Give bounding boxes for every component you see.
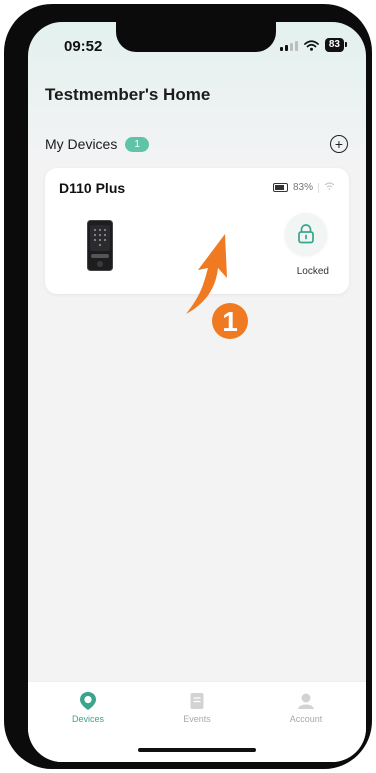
device-status: 83%	[272, 182, 335, 193]
status-time: 09:52	[64, 38, 103, 55]
tab-label: Events	[183, 714, 211, 724]
wifi-icon	[303, 39, 319, 51]
battery-status: 83	[324, 38, 348, 52]
account-icon	[298, 693, 314, 709]
home-title[interactable]: Testmember's Home	[45, 85, 210, 105]
devices-icon	[80, 692, 96, 710]
phone-frame: 09:52 83 Testmember's Home My Devices 1 …	[4, 4, 372, 769]
battery-icon	[272, 183, 288, 192]
wifi-signal-icon	[324, 182, 335, 193]
device-name: D110 Plus	[59, 180, 126, 196]
signal-icon	[279, 40, 298, 51]
divider	[318, 182, 319, 193]
device-count-badge: 1	[125, 136, 149, 152]
annotation-step-1: 1	[186, 234, 248, 339]
step-number: 1	[222, 306, 238, 337]
app-screen: 09:52 83 Testmember's Home My Devices 1 …	[28, 22, 366, 762]
tab-events[interactable]: Events	[157, 690, 237, 724]
status-icons: 83	[279, 38, 348, 52]
tab-devices[interactable]: Devices	[48, 690, 128, 724]
bottom-tab-bar: Devices Events Account	[28, 681, 366, 762]
my-devices-header: My Devices 1	[45, 136, 149, 152]
device-battery-percent: 83%	[292, 182, 313, 193]
my-devices-label: My Devices	[45, 136, 118, 152]
smart-lock-image	[87, 220, 113, 271]
tab-account[interactable]: Account	[266, 690, 346, 724]
lock-state-label: Locked	[296, 266, 329, 277]
lock-toggle-button[interactable]	[285, 213, 327, 255]
tab-label: Account	[289, 714, 323, 724]
notch	[116, 22, 276, 52]
plus-circle-icon: +	[334, 136, 344, 152]
events-icon	[190, 693, 204, 709]
tab-label: Devices	[71, 714, 104, 724]
add-device-button[interactable]: +	[330, 135, 348, 153]
home-indicator[interactable]	[138, 748, 256, 752]
padlock-icon	[298, 224, 314, 244]
